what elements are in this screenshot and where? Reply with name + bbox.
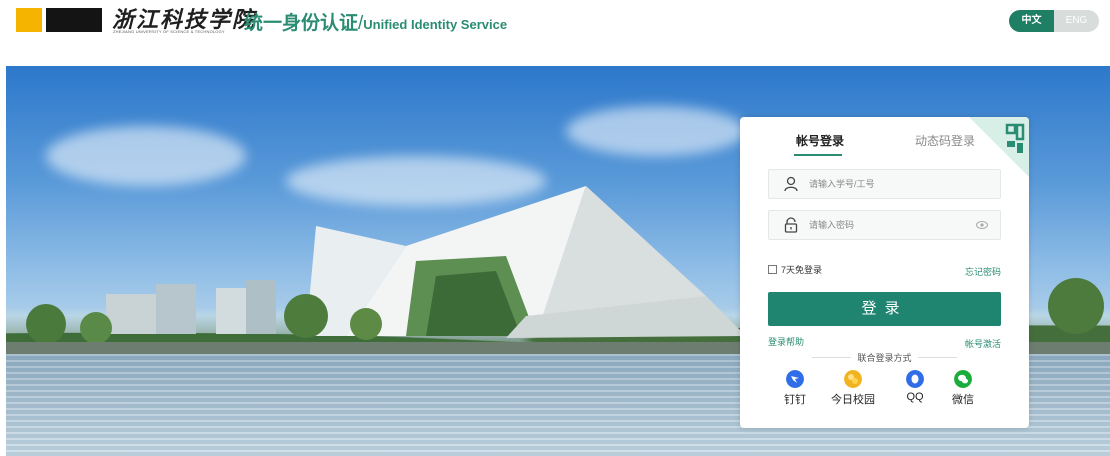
user-icon xyxy=(784,176,798,192)
lang-chinese-button[interactable]: 中文 xyxy=(1009,10,1054,32)
checkbox-box[interactable] xyxy=(768,265,777,274)
tab-dynamic-code-login[interactable]: 动态码登录 xyxy=(915,132,975,149)
forgot-password-link[interactable]: 忘记密码 xyxy=(965,265,1001,278)
dingtalk-icon xyxy=(786,370,804,388)
account-activation-link[interactable]: 帐号激活 xyxy=(965,337,1001,350)
tab-account-login[interactable]: 帐号登录 xyxy=(796,132,844,149)
dingtalk-label: 钉钉 xyxy=(784,394,806,406)
wechat-label: 微信 xyxy=(952,394,974,406)
password-input[interactable] xyxy=(809,215,979,235)
federated-login-title-text: 联合登录方式 xyxy=(851,353,918,363)
today-campus-login-button[interactable]: 今日校园 xyxy=(823,370,883,407)
login-tabs: 帐号登录 动态码登录 xyxy=(768,132,1001,156)
school-english-name: ZHEJIANG UNIVERSITY OF SCIENCE & TECHNOL… xyxy=(113,29,225,34)
remember-me-checkbox[interactable]: 7天免登录 xyxy=(768,263,822,276)
login-button[interactable]: 登录 xyxy=(768,292,1001,326)
login-card: 帐号登录 动态码登录 7天免登录 忘记密码 登录 登录帮助 帐号激活 联合登录方… xyxy=(740,117,1029,428)
password-field xyxy=(768,210,1001,240)
wechat-login-button[interactable]: 微信 xyxy=(933,370,993,407)
service-title-en: Unified Identity Service xyxy=(363,17,508,32)
language-switch: 中文 ENG xyxy=(1009,10,1099,32)
today-campus-icon xyxy=(844,370,862,388)
service-title-cn: 统一身份认证 xyxy=(244,13,359,34)
page-header: 浙江科技学院 ZHEJIANG UNIVERSITY OF SCIENCE & … xyxy=(0,0,1110,66)
dingtalk-login-button[interactable]: 钉钉 xyxy=(765,370,825,407)
service-title: 统一身份认证/Unified Identity Service xyxy=(244,8,507,35)
lang-english-button[interactable]: ENG xyxy=(1054,10,1099,32)
today-campus-label: 今日校园 xyxy=(831,394,875,406)
school-logo-mark xyxy=(16,8,102,32)
active-tab-indicator xyxy=(794,154,842,156)
username-input[interactable] xyxy=(809,174,979,194)
username-field xyxy=(768,169,1001,199)
wechat-icon xyxy=(954,370,972,388)
remember-me-label: 7天免登录 xyxy=(781,265,823,275)
federated-login-title: 联合登录方式 xyxy=(740,351,1029,364)
qq-icon xyxy=(906,370,924,388)
show-password-eye-icon[interactable] xyxy=(976,220,988,230)
lock-icon xyxy=(784,217,798,233)
login-help-link[interactable]: 登录帮助 xyxy=(768,335,804,348)
